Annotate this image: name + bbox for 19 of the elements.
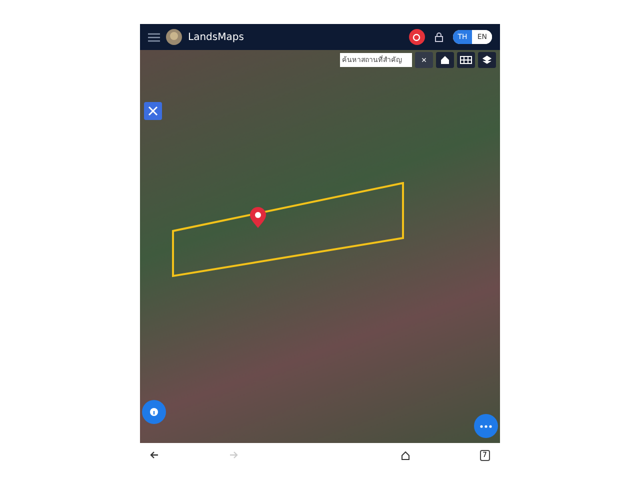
home-button[interactable] bbox=[436, 52, 454, 68]
tools-button[interactable] bbox=[144, 102, 162, 120]
grid-button[interactable] bbox=[457, 52, 475, 68]
layers-icon bbox=[482, 55, 492, 65]
cross-icon bbox=[148, 106, 158, 116]
info-icon bbox=[150, 408, 158, 416]
more-icon bbox=[480, 424, 492, 428]
clear-button[interactable]: × bbox=[415, 52, 433, 68]
logo-icon bbox=[166, 29, 182, 45]
layers-button[interactable] bbox=[478, 52, 496, 68]
house-icon bbox=[440, 55, 450, 65]
menu-icon[interactable] bbox=[148, 32, 160, 42]
lock-icon[interactable] bbox=[434, 32, 443, 42]
grid-icon bbox=[460, 56, 472, 64]
back-arrow-icon[interactable] bbox=[150, 451, 159, 459]
app-title: LandsMaps bbox=[188, 32, 245, 42]
search-icon bbox=[412, 32, 422, 42]
search-button[interactable] bbox=[408, 29, 425, 45]
home-icon[interactable] bbox=[400, 450, 410, 460]
